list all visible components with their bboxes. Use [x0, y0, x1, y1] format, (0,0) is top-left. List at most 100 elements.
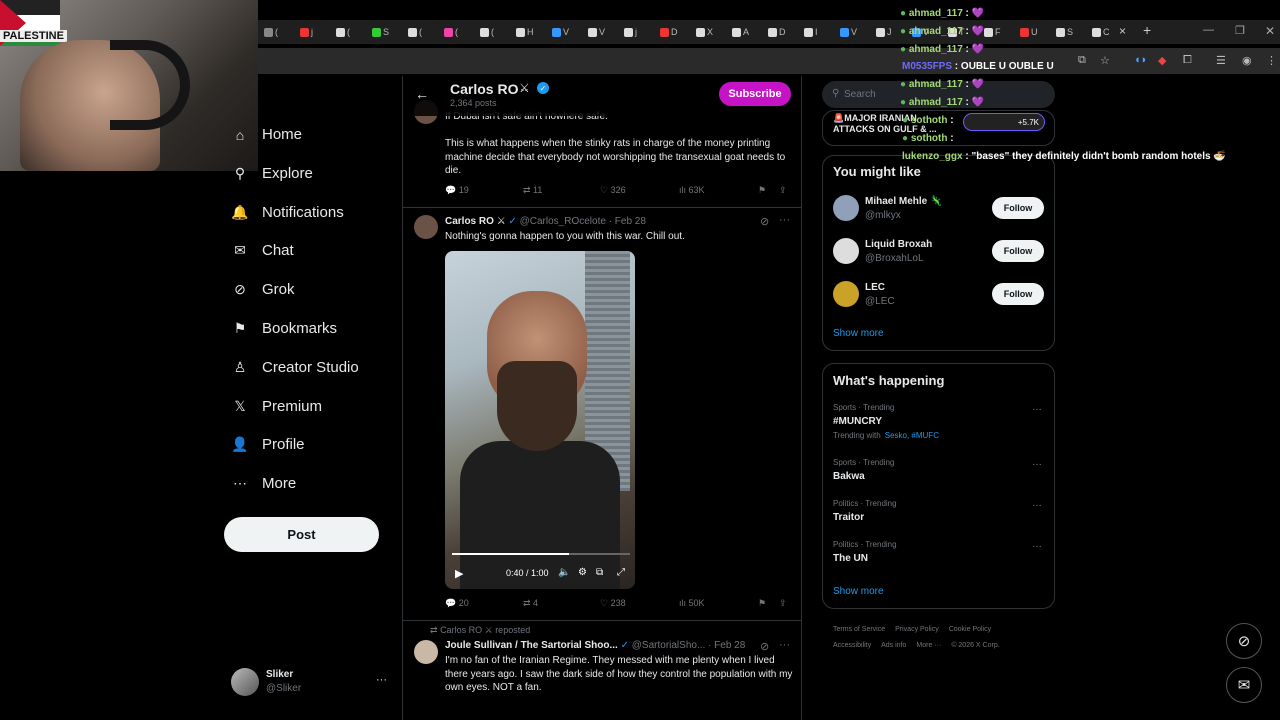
- tab-favicon-icon: [840, 27, 849, 37]
- post-button[interactable]: Post: [224, 517, 379, 552]
- browser-tab[interactable]: (: [444, 24, 472, 40]
- tweet-author-handle[interactable]: @SartorialSho...: [632, 640, 706, 651]
- share-icon[interactable]: ⇪: [779, 185, 787, 196]
- back-arrow-icon[interactable]: ←: [415, 86, 429, 102]
- footer-link[interactable]: Accessibility: [833, 642, 871, 649]
- settings-icon[interactable]: ⚙: [578, 567, 587, 578]
- account-switcher[interactable]: Sliker @Sliker ···: [230, 668, 390, 698]
- suggestion-name[interactable]: Liquid Broxah: [865, 239, 932, 250]
- tweet-author-name[interactable]: Carlos RO: [445, 216, 494, 227]
- sidebar-item-premium[interactable]: 𝕏 Premium: [232, 398, 322, 415]
- show-more-link[interactable]: Show more: [833, 586, 884, 597]
- suggestion-handle[interactable]: @LEC: [865, 296, 895, 307]
- footer-link[interactable]: Terms of Service: [833, 626, 885, 633]
- browser-tab[interactable]: A: [732, 24, 760, 40]
- browser-tab[interactable]: j: [624, 24, 652, 40]
- bookmark-icon[interactable]: ⚑: [758, 598, 766, 609]
- browser-tab[interactable]: V: [840, 24, 868, 40]
- chat-text: 💜: [971, 97, 985, 108]
- footer-link[interactable]: Cookie Policy: [949, 626, 991, 633]
- tweet-video[interactable]: [445, 251, 635, 589]
- grok-icon[interactable]: ⊘: [760, 215, 769, 228]
- views-button[interactable]: ılı 63K: [679, 185, 705, 195]
- share-icon[interactable]: ⇪: [779, 598, 787, 609]
- trend-more-icon[interactable]: ···: [1032, 541, 1042, 552]
- sidebar-item-chat[interactable]: ✉ Chat: [232, 242, 294, 259]
- browser-tab[interactable]: X: [696, 24, 724, 40]
- sidebar-item-more[interactable]: ⋯ More: [232, 475, 296, 492]
- trend-more-icon[interactable]: ···: [1032, 404, 1042, 415]
- account-more-icon[interactable]: ···: [376, 674, 387, 686]
- repost-button[interactable]: ⇄ 4: [523, 598, 538, 609]
- trend-name[interactable]: Traitor: [833, 512, 864, 523]
- footer-link[interactable]: © 2026 X Corp.: [951, 642, 999, 649]
- follow-button[interactable]: Follow: [992, 240, 1044, 262]
- sidebar-item-creator-studio[interactable]: ♙ Creator Studio: [232, 359, 359, 376]
- tweet-date[interactable]: · Feb 28: [708, 640, 745, 651]
- like-button[interactable]: ♡ 238: [600, 598, 626, 609]
- follow-button[interactable]: Follow: [992, 283, 1044, 305]
- trend-name[interactable]: The UN: [833, 553, 868, 564]
- tweet-date[interactable]: · Feb 28: [609, 216, 646, 227]
- browser-tab[interactable]: (: [408, 24, 436, 40]
- reply-button[interactable]: 💬 19: [445, 185, 469, 196]
- reply-button[interactable]: 💬 20: [445, 598, 469, 609]
- like-button[interactable]: ♡ 326: [600, 185, 626, 196]
- bookmark-icon[interactable]: ⚑: [758, 185, 766, 196]
- trend-more-icon[interactable]: ···: [1032, 459, 1042, 470]
- browser-tab[interactable]: S: [372, 24, 400, 40]
- sidebar-item-home[interactable]: ⌂ Home: [232, 126, 302, 143]
- tweet-author-name[interactable]: Joule Sullivan / The Sartorial Shoo...: [445, 640, 618, 651]
- sidebar-item-bookmarks[interactable]: ⚑ Bookmarks: [232, 320, 337, 337]
- avatar[interactable]: [833, 238, 859, 264]
- suggestion-handle[interactable]: @BroxahLoL: [865, 253, 924, 264]
- trend-name[interactable]: Bakwa: [833, 471, 865, 482]
- chat-username: ahmad_117: [908, 8, 963, 19]
- browser-tab[interactable]: I: [804, 24, 832, 40]
- pip-icon[interactable]: ⧉: [596, 567, 603, 578]
- show-more-link[interactable]: Show more: [833, 328, 884, 339]
- browser-tab[interactable]: (: [480, 24, 508, 40]
- repost-user[interactable]: Carlos RO: [440, 625, 482, 635]
- suggestion-name[interactable]: Mihael Mehle 🦎: [865, 196, 942, 207]
- trend-name[interactable]: #MUNCRY: [833, 416, 882, 427]
- subscribe-button[interactable]: Subscribe: [719, 82, 791, 106]
- messages-fab-button[interactable]: ✉: [1226, 667, 1262, 703]
- chat-message: ● sothoth :: [902, 133, 954, 144]
- tweet-author-handle[interactable]: @Carlos_ROcelote: [520, 216, 606, 227]
- footer-link[interactable]: More ···: [916, 642, 941, 649]
- more-icon[interactable]: ···: [779, 639, 790, 651]
- browser-tab[interactable]: V: [588, 24, 616, 40]
- browser-tab[interactable]: (: [336, 24, 364, 40]
- grok-icon[interactable]: ⊘: [760, 640, 769, 653]
- avatar[interactable]: [833, 195, 859, 221]
- views-button[interactable]: ılı 50K: [679, 598, 705, 608]
- more-icon[interactable]: ···: [779, 214, 790, 226]
- browser-tab[interactable]: D: [768, 24, 796, 40]
- follow-button[interactable]: Follow: [992, 197, 1044, 219]
- grok-fab-button[interactable]: ⊘: [1226, 623, 1262, 659]
- sidebar-item-explore[interactable]: ⚲ Explore: [232, 165, 313, 182]
- browser-tab[interactable]: H: [516, 24, 544, 40]
- play-icon[interactable]: ▶: [455, 567, 463, 580]
- browser-tab[interactable]: (: [264, 24, 292, 40]
- browser-tab[interactable]: j: [300, 24, 328, 40]
- footer-link[interactable]: Ads info: [881, 642, 906, 649]
- avatar[interactable]: [414, 640, 438, 664]
- trend-more-icon[interactable]: ···: [1032, 500, 1042, 511]
- avatar[interactable]: [414, 215, 438, 239]
- sidebar-item-notifications[interactable]: 🔔 Notifications: [231, 204, 343, 221]
- suggestion-handle[interactable]: @mlkyx: [865, 210, 901, 221]
- volume-icon[interactable]: 🔈: [558, 567, 570, 578]
- browser-tab[interactable]: D: [660, 24, 688, 40]
- sidebar-item-grok[interactable]: ⊘ Grok: [232, 281, 294, 298]
- video-progress-bar[interactable]: [452, 553, 630, 555]
- fullscreen-icon[interactable]: ⤢: [617, 567, 625, 578]
- avatar[interactable]: [833, 281, 859, 307]
- suggestion-name[interactable]: LEC: [865, 282, 885, 293]
- sidebar-item-profile[interactable]: 👤 Profile: [231, 436, 304, 453]
- footer-link[interactable]: Privacy Policy: [895, 626, 939, 633]
- browser-tab[interactable]: V: [552, 24, 580, 40]
- trend-context-links[interactable]: Sesko, #MUFC: [885, 431, 939, 440]
- repost-button[interactable]: ⇄ 11: [523, 185, 542, 196]
